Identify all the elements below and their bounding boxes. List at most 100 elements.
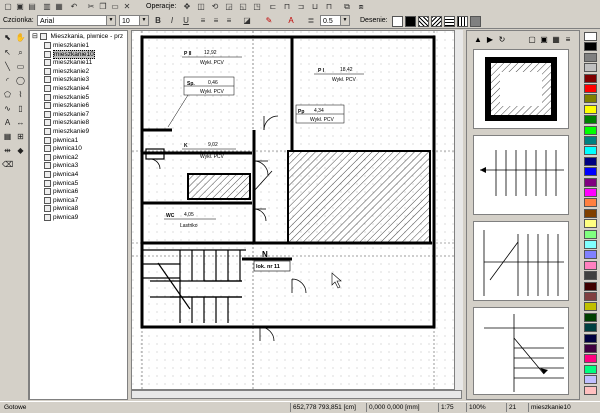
save-icon[interactable]: ▤ xyxy=(27,2,37,12)
pan-icon[interactable]: ✋ xyxy=(15,32,26,43)
color-swatch[interactable] xyxy=(584,42,597,52)
dimension-icon[interactable]: ↔ xyxy=(15,117,26,128)
symbol-thumb-stairs-turn[interactable] xyxy=(473,221,569,301)
bold-button[interactable]: B xyxy=(153,16,163,26)
preview-icon[interactable]: ▦ xyxy=(54,2,64,12)
tree-item[interactable]: mieszkanie9 xyxy=(44,128,89,137)
paste-icon[interactable]: ▭ xyxy=(110,2,120,12)
operation-mirror-icon[interactable]: ◫ xyxy=(196,2,206,12)
tree-item[interactable]: mieszkanie10 xyxy=(44,49,95,60)
symbol-thumb-stairs-straight[interactable] xyxy=(473,135,569,215)
object-tree[interactable]: ⊟ Mieszkania, piwnice - prz mieszkanie1 m… xyxy=(29,30,128,400)
wall-icon[interactable]: ▯ xyxy=(15,103,26,114)
color-swatch[interactable] xyxy=(584,115,597,125)
hatch-diagonal-icon[interactable] xyxy=(418,16,429,27)
italic-button[interactable]: I xyxy=(167,16,177,26)
floor-plan[interactable]: P II 12,92 Wykł. PCV P I 18,42 Wykł. PCV… xyxy=(132,31,462,390)
color-swatch[interactable] xyxy=(584,333,597,343)
color-swatch[interactable] xyxy=(584,94,597,104)
color-swatch[interactable] xyxy=(584,344,597,353)
polyline-icon[interactable]: ⌇ xyxy=(15,89,26,100)
tree-item[interactable]: piwnica10 xyxy=(44,145,82,154)
select-icon[interactable]: ↖ xyxy=(2,47,13,58)
font-select[interactable]: Arial ▼ xyxy=(37,15,116,26)
cut-icon[interactable]: ✂ xyxy=(86,2,96,12)
color-swatch[interactable] xyxy=(584,63,597,73)
room-icon[interactable]: ⊞ xyxy=(15,131,26,142)
color-swatch[interactable] xyxy=(584,73,597,83)
line-icon[interactable]: ╲ xyxy=(2,61,13,72)
pointer-icon[interactable]: ⬉ xyxy=(2,32,13,43)
color-swatch[interactable] xyxy=(584,281,597,291)
symbol-icon[interactable]: ▦ xyxy=(2,131,13,142)
hatch-solid-icon[interactable] xyxy=(405,16,416,27)
text-align-right-icon[interactable]: ≡ xyxy=(224,16,234,26)
align-top-icon[interactable]: ⊔ xyxy=(310,2,320,12)
color-swatch[interactable] xyxy=(584,177,597,187)
line-width-select[interactable]: 0.5 ▼ xyxy=(320,15,350,26)
line-color-icon[interactable]: ✎ xyxy=(264,16,274,26)
color-swatch[interactable] xyxy=(584,385,597,395)
new-icon[interactable]: ▢ xyxy=(3,2,13,12)
arrow-up-icon[interactable]: ▲ xyxy=(473,35,483,45)
chevron-down-icon[interactable]: ▼ xyxy=(340,16,349,25)
tree-item[interactable]: mieszkanie11 xyxy=(44,59,92,68)
arc-icon[interactable]: ◜ xyxy=(2,75,13,86)
tree-item[interactable]: mieszkanie2 xyxy=(44,67,89,77)
color-swatch[interactable] xyxy=(584,136,597,145)
open-icon[interactable]: ▣ xyxy=(15,2,25,12)
font-color-icon[interactable]: A xyxy=(286,16,296,26)
text-align-center-icon[interactable]: ≡ xyxy=(211,16,221,26)
vertical-scrollbar[interactable] xyxy=(454,30,463,390)
align-center-icon[interactable]: ⊓ xyxy=(282,2,292,12)
measure-icon[interactable]: ⇹ xyxy=(2,145,13,156)
tree-item[interactable]: piwnica1 xyxy=(44,136,78,146)
hatch-vertical-icon[interactable] xyxy=(457,16,468,27)
chevron-down-icon[interactable]: ▼ xyxy=(106,16,115,25)
tree-item[interactable]: mieszkanie7 xyxy=(44,110,89,120)
tree-item[interactable]: piwnica9 xyxy=(44,214,78,223)
operation-intersect-icon[interactable]: ◳ xyxy=(252,2,262,12)
tree-item[interactable]: piwnica3 xyxy=(44,162,78,171)
color-swatch[interactable] xyxy=(584,271,597,281)
tree-root[interactable]: ⊟ Mieszkania, piwnice - prz xyxy=(32,33,123,42)
color-swatch[interactable] xyxy=(584,260,597,270)
horizontal-scrollbar[interactable] xyxy=(131,390,462,399)
hatch-horizontal-icon[interactable] xyxy=(444,16,455,27)
color-swatch[interactable] xyxy=(584,146,597,156)
tree-item[interactable]: piwnica4 xyxy=(44,171,78,180)
color-swatch[interactable] xyxy=(584,125,597,135)
polygon-icon[interactable]: ⬠ xyxy=(2,89,13,100)
hatch-backdiagonal-icon[interactable] xyxy=(431,16,442,27)
color-swatch[interactable] xyxy=(584,84,597,93)
tree-item[interactable]: mieszkanie8 xyxy=(44,119,89,128)
arrow-right-icon[interactable]: ▶ xyxy=(485,35,495,45)
operation-rotate-icon[interactable]: ⟲ xyxy=(210,2,220,12)
color-swatch[interactable] xyxy=(584,219,597,229)
hatch-gray-icon[interactable] xyxy=(470,16,481,27)
copy-icon[interactable]: ❐ xyxy=(98,2,108,12)
list-view-icon[interactable]: ≡ xyxy=(563,35,573,45)
text-icon[interactable]: A xyxy=(2,117,13,128)
new-symbol-icon[interactable]: ▢ xyxy=(527,35,537,45)
color-swatch[interactable] xyxy=(584,188,597,197)
color-swatch[interactable] xyxy=(584,198,597,208)
tree-item[interactable]: piwnica6 xyxy=(44,188,78,197)
line-style-icon[interactable]: ≣ xyxy=(306,16,316,26)
symbol-thumb-column[interactable] xyxy=(473,49,569,129)
symbol-thumb-stairs-landing[interactable] xyxy=(473,307,569,395)
color-swatch[interactable] xyxy=(584,302,597,312)
color-swatch[interactable] xyxy=(584,104,597,114)
curve-icon[interactable]: ∿ xyxy=(2,103,13,114)
chevron-down-icon[interactable]: ▼ xyxy=(139,16,148,25)
tree-item[interactable]: piwnica5 xyxy=(44,179,78,189)
group-icon[interactable]: ⧉ xyxy=(342,2,352,12)
color-swatch[interactable] xyxy=(584,323,597,333)
text-align-left-icon[interactable]: ≡ xyxy=(198,16,208,26)
tree-item[interactable]: mieszkanie6 xyxy=(44,102,89,111)
node-icon[interactable]: ◆ xyxy=(15,145,26,156)
ungroup-icon[interactable]: ⧈ xyxy=(356,2,366,12)
color-swatch[interactable] xyxy=(584,354,597,364)
underline-button[interactable]: U xyxy=(181,16,191,26)
font-size-select[interactable]: 10 ▼ xyxy=(119,15,149,26)
